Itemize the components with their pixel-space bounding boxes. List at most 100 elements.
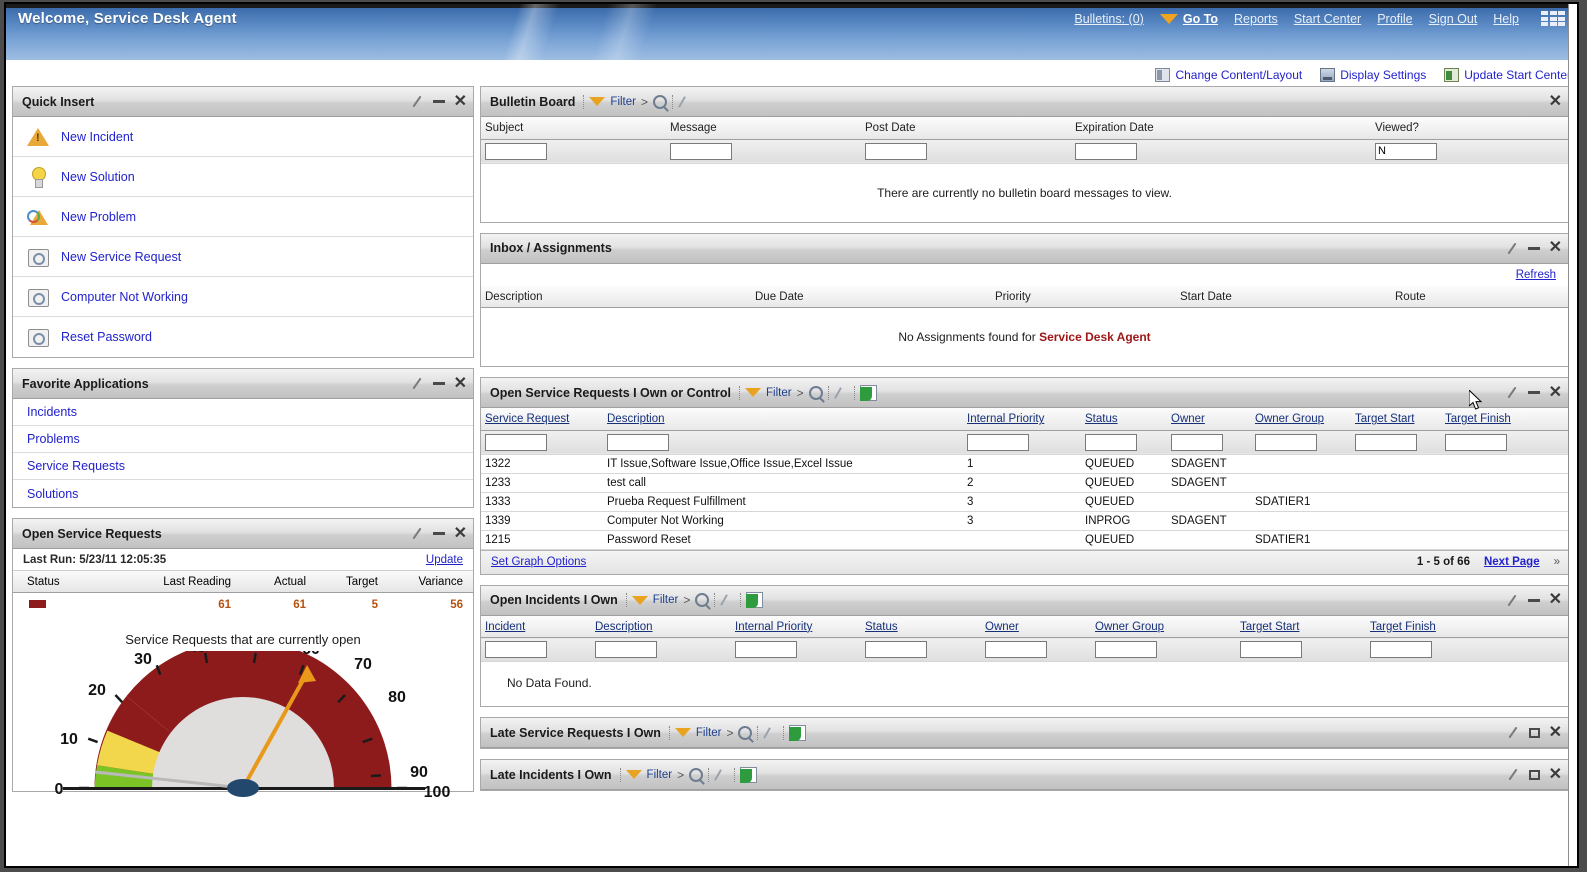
filter-owner-input[interactable] (1171, 434, 1223, 451)
filter-target-start-input[interactable] (1355, 434, 1417, 451)
chevron-right-icon[interactable]: > (683, 593, 690, 607)
minimize-icon[interactable] (1528, 599, 1540, 602)
minimize-icon[interactable] (1528, 247, 1540, 250)
filter-owner-input[interactable] (985, 641, 1047, 658)
pin-icon[interactable] (411, 95, 424, 108)
filter-label[interactable]: Filter (647, 769, 673, 781)
close-icon[interactable]: ✕ (1549, 94, 1562, 110)
filter-target-finish-input[interactable] (1445, 434, 1507, 451)
filter-description-input[interactable] (595, 641, 657, 658)
search-icon[interactable] (689, 768, 703, 782)
col-internal-priority[interactable]: Internal Priority (963, 408, 1081, 430)
pin-icon[interactable] (1506, 386, 1519, 399)
filter-label[interactable]: Filter (696, 727, 722, 739)
filter-icon[interactable] (632, 596, 648, 605)
nav-reports[interactable]: Reports (1234, 12, 1278, 26)
chevron-right-icon[interactable]: > (641, 95, 648, 109)
col-subject[interactable]: Subject (481, 117, 666, 139)
nav-bulletins[interactable]: Bulletins: (0) (1074, 12, 1143, 26)
table-row[interactable]: 1215 Password Reset QUEUED SDATIER1 (481, 530, 1568, 549)
restore-icon[interactable] (1529, 728, 1540, 738)
filter-service-request-input[interactable] (485, 434, 547, 451)
col-priority[interactable]: Priority (991, 286, 1176, 308)
nav-help[interactable]: Help (1493, 12, 1519, 26)
close-icon[interactable]: ✕ (454, 376, 467, 392)
edit-pencil-icon[interactable] (714, 768, 729, 782)
favorite-app-problems[interactable]: Problems (13, 426, 473, 453)
filter-target-start-input[interactable] (1240, 641, 1302, 658)
chevron-right-icon[interactable]: > (797, 386, 804, 400)
col-service-request[interactable]: Service Request (481, 408, 603, 430)
close-icon[interactable]: ✕ (1549, 767, 1562, 783)
edit-pencil-icon[interactable] (678, 95, 693, 109)
minimize-icon[interactable] (433, 382, 445, 385)
quick-insert-item-new-solution[interactable]: New Solution (13, 157, 473, 197)
nav-go-to[interactable]: Go To (1160, 12, 1218, 26)
filter-viewed-input[interactable] (1375, 143, 1437, 160)
filter-icon[interactable] (745, 388, 761, 397)
pin-icon[interactable] (411, 377, 424, 390)
search-icon[interactable] (695, 593, 709, 607)
filter-icon[interactable] (589, 97, 605, 106)
search-icon[interactable] (738, 726, 752, 740)
filter-incident-input[interactable] (485, 641, 547, 658)
col-status[interactable]: Status (1081, 408, 1167, 430)
set-graph-options-link[interactable]: Set Graph Options (491, 556, 586, 568)
col-target-start[interactable]: Target Start (1236, 616, 1366, 638)
col-description[interactable]: Description (591, 616, 731, 638)
search-icon[interactable] (809, 386, 823, 400)
table-row[interactable]: 1233 test call 2 QUEUED SDAGENT (481, 473, 1568, 492)
edit-pencil-icon[interactable] (763, 726, 778, 740)
close-icon[interactable]: ✕ (1549, 240, 1562, 256)
filter-owner-group-input[interactable] (1095, 641, 1157, 658)
pin-icon[interactable] (1507, 726, 1520, 739)
edit-pencil-icon[interactable] (720, 593, 735, 607)
minimize-icon[interactable] (1528, 391, 1540, 394)
edit-pencil-icon[interactable] (834, 386, 849, 400)
nav-sign-out[interactable]: Sign Out (1429, 12, 1478, 26)
pin-icon[interactable] (411, 527, 424, 540)
open-in-new-window-icon[interactable] (740, 767, 757, 783)
chevron-right-icon[interactable]: > (726, 726, 733, 740)
nav-profile[interactable]: Profile (1377, 12, 1412, 26)
col-post-date[interactable]: Post Date (861, 117, 1071, 139)
inbox-refresh-link[interactable]: Refresh (1516, 269, 1556, 281)
filter-label[interactable]: Filter (653, 594, 679, 606)
quick-insert-item-new-problem[interactable]: New Problem (13, 197, 473, 237)
filter-internal-priority-input[interactable] (735, 641, 797, 658)
table-row[interactable]: 1322 IT Issue,Software Issue,Office Issu… (481, 454, 1568, 473)
table-row[interactable]: 1333 Prueba Request Fulfillment 3 QUEUED… (481, 492, 1568, 511)
col-incident[interactable]: Incident (481, 616, 591, 638)
app-grid-icon[interactable] (1541, 11, 1565, 26)
chevron-right-icon[interactable]: > (677, 768, 684, 782)
quick-insert-item-new-service-request[interactable]: New Service Request (13, 237, 473, 277)
pin-icon[interactable] (1507, 768, 1520, 781)
col-route[interactable]: Route (1391, 286, 1568, 308)
table-row[interactable]: 1339 Computer Not Working 3 INPROG SDAGE… (481, 511, 1568, 530)
col-owner[interactable]: Owner (1167, 408, 1251, 430)
col-expiration-date[interactable]: Expiration Date (1071, 117, 1371, 139)
quick-insert-item-reset-password[interactable]: Reset Password (13, 317, 473, 357)
close-icon[interactable]: ✕ (454, 526, 467, 542)
col-message[interactable]: Message (666, 117, 861, 139)
col-description[interactable]: Description (603, 408, 963, 430)
filter-target-finish-input[interactable] (1370, 641, 1432, 658)
favorite-app-solutions[interactable]: Solutions (13, 480, 473, 507)
minimize-icon[interactable] (433, 100, 445, 103)
filter-description-input[interactable] (607, 434, 669, 451)
col-internal-priority[interactable]: Internal Priority (731, 616, 861, 638)
col-owner-group[interactable]: Owner Group (1091, 616, 1236, 638)
restore-icon[interactable] (1529, 770, 1540, 780)
filter-internal-priority-input[interactable] (967, 434, 1029, 451)
col-target-finish[interactable]: Target Finish (1366, 616, 1568, 638)
col-target-finish[interactable]: Target Finish (1441, 408, 1568, 430)
filter-expiration-date-input[interactable] (1075, 143, 1137, 160)
nav-start-center[interactable]: Start Center (1294, 12, 1361, 26)
favorite-app-service-requests[interactable]: Service Requests (13, 453, 473, 480)
minimize-icon[interactable] (433, 532, 445, 535)
col-owner[interactable]: Owner (981, 616, 1091, 638)
filter-message-input[interactable] (670, 143, 732, 160)
col-viewed[interactable]: Viewed? (1371, 117, 1568, 139)
col-due-date[interactable]: Due Date (751, 286, 991, 308)
filter-label[interactable]: Filter (610, 96, 636, 108)
